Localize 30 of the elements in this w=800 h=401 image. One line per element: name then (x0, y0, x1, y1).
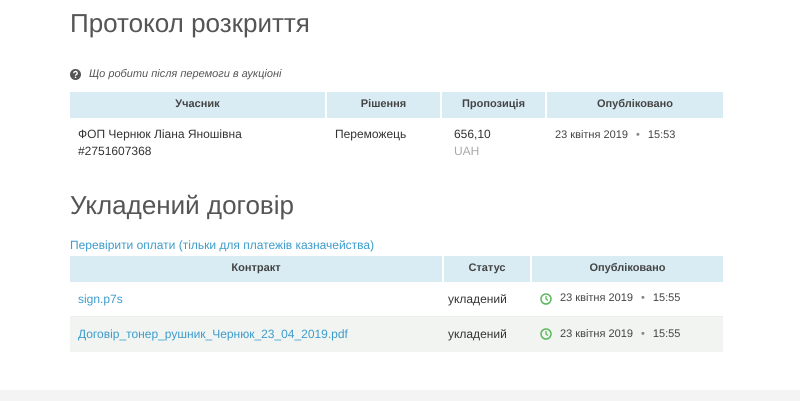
clock-icon (540, 292, 552, 304)
help-icon (70, 68, 81, 80)
column-header: Опубліковано (596, 97, 674, 112)
column-header: Опубліковано (588, 261, 667, 276)
contract-file-link[interactable]: sign.p7s (78, 292, 123, 306)
bullet-text: • (641, 291, 645, 306)
column-header: Рішення (327, 92, 442, 118)
time-text: 15:53 (648, 128, 676, 142)
clock-icon (540, 328, 552, 340)
bullet-text: • (641, 326, 645, 342)
participant-name: ФОП Чернюк Ліана Яношівна (78, 126, 243, 142)
column-header: Пропозиція (442, 92, 547, 118)
date-text: 23 квітня 2019 (560, 326, 633, 342)
status-text: укладений (448, 292, 507, 306)
time-text: 15:55 (652, 291, 680, 306)
status-text: укладений (448, 327, 507, 341)
check-payments-link[interactable]: Перевірити оплати (тільки для платежів казначейства) (70, 236, 723, 254)
time-text: 15:55 (652, 326, 680, 342)
amount-text: 656,10 (454, 126, 492, 142)
bullet-text: • (636, 128, 640, 142)
participant-id: #2751607368 (78, 142, 152, 160)
column-header: Учасник (70, 92, 327, 118)
section-title: Укладений договір (70, 188, 295, 222)
section-title: Протокол розкриття (70, 7, 311, 40)
help-link[interactable]: Що робити після перемоги в аукціоні (89, 66, 282, 82)
decision-text: Переможець (335, 126, 406, 140)
date-text: 23 квітня 2019 (555, 128, 628, 142)
currency-text: UAH (454, 142, 480, 160)
date-text: 23 квітня 2019 (560, 291, 633, 306)
contract-file-link[interactable]: Договір_тонер_рушник_Чернюк_23_04_2019.pdf (78, 327, 348, 341)
